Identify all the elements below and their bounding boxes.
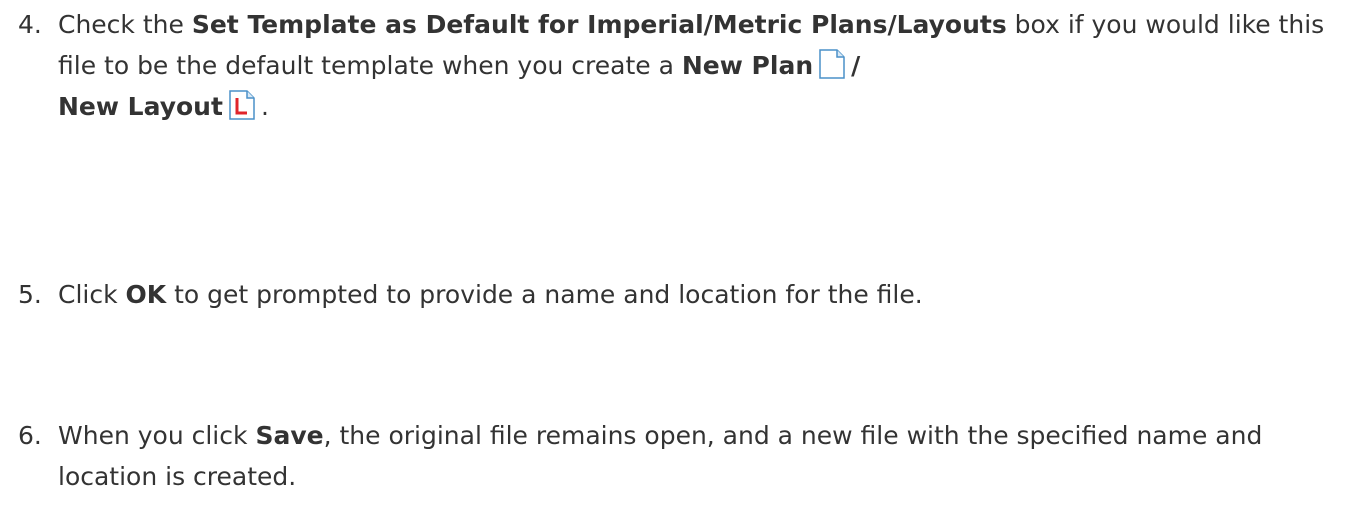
- new-layout-label: New Layout: [58, 92, 223, 121]
- new-plan-icon: [817, 48, 847, 80]
- option-label: Set Template as Default for Imperial/Met…: [191, 10, 1007, 39]
- step-number: 4.: [18, 10, 42, 39]
- step-4: 4. Check the Set Template as Default for…: [18, 4, 1338, 127]
- text-segment: Click: [58, 280, 126, 309]
- step-text: Click OK to get prompted to provide a na…: [58, 274, 1338, 315]
- step-number: 6.: [18, 421, 42, 450]
- step-text: Check the Set Template as Default for Im…: [58, 4, 1338, 127]
- step-5: 5. Click OK to get prompted to provide a…: [18, 274, 1338, 315]
- save-label: Save: [255, 421, 324, 450]
- new-layout-icon: [227, 89, 257, 121]
- step-6: 6. When you click Save, the original fil…: [18, 415, 1338, 497]
- text-segment: Check the: [58, 10, 192, 39]
- step-number: 5.: [18, 280, 42, 309]
- separator: /: [851, 51, 861, 80]
- step-text: When you click Save, the original file r…: [58, 415, 1338, 497]
- text-segment: to get prompted to provide a name and lo…: [166, 280, 923, 309]
- text-segment: When you click: [58, 421, 256, 450]
- new-plan-label: New Plan: [681, 51, 814, 80]
- text-segment: .: [260, 92, 269, 121]
- ok-label: OK: [125, 280, 167, 309]
